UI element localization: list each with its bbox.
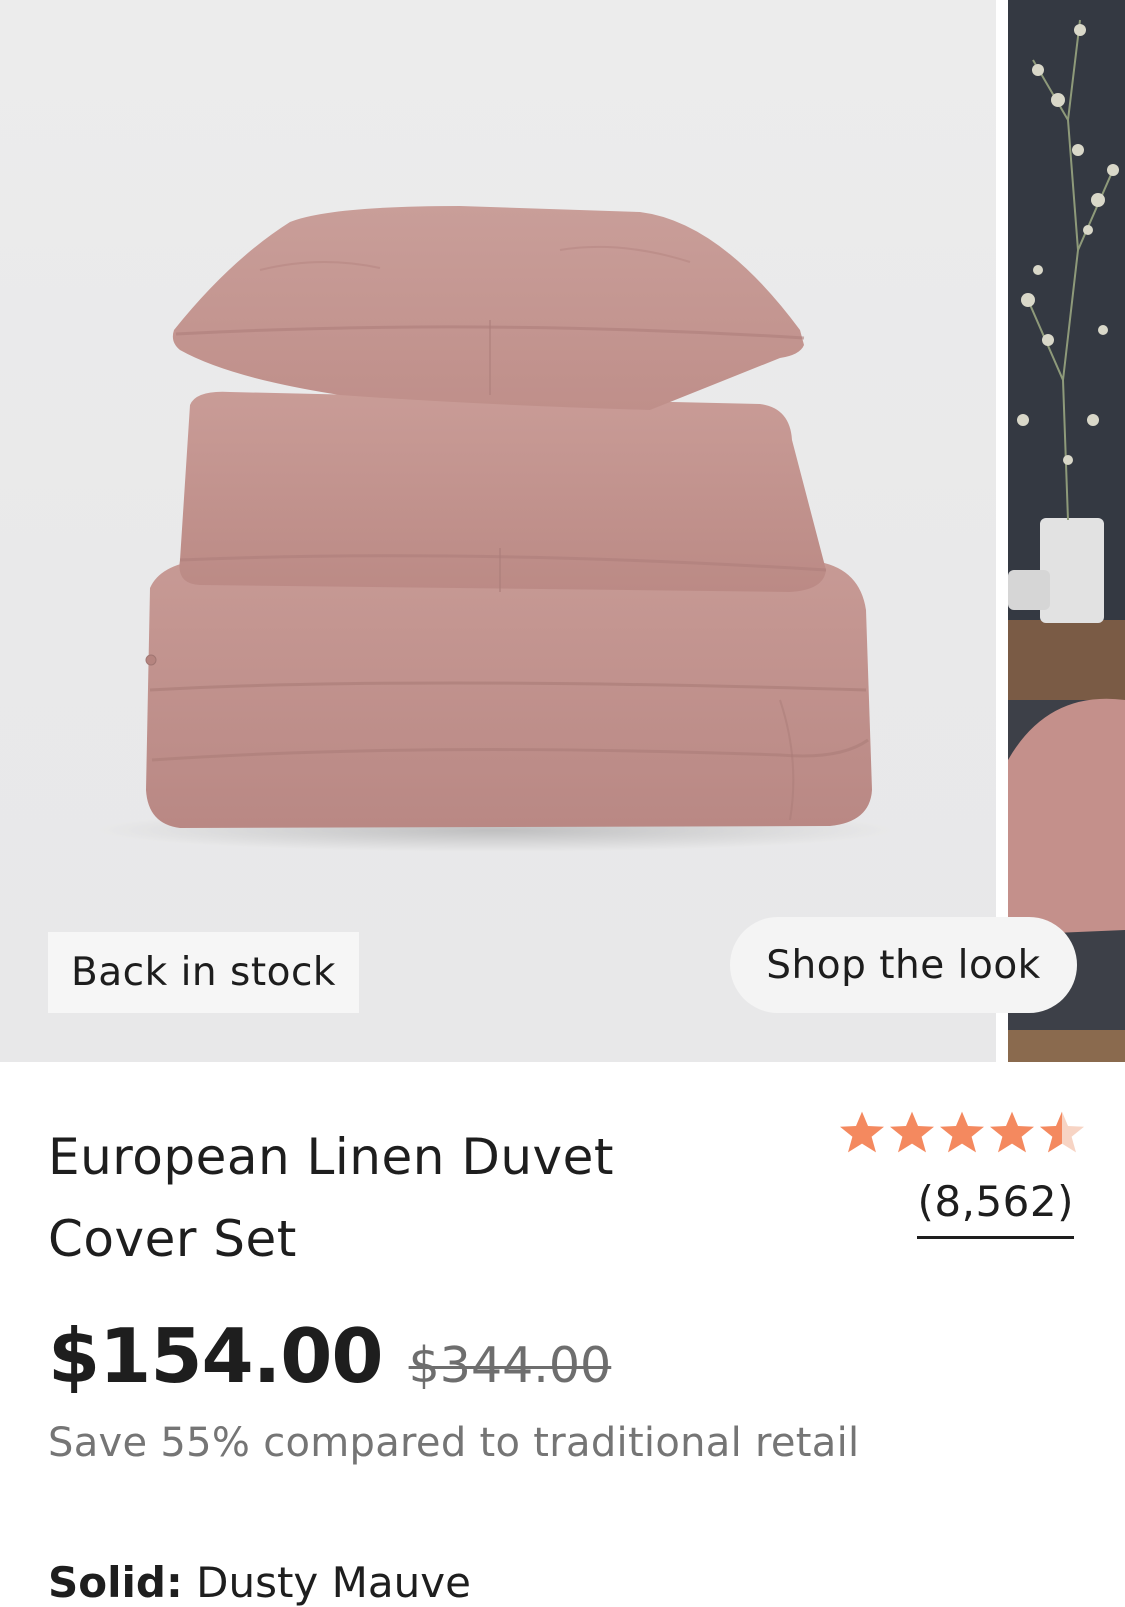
star-icon — [940, 1111, 984, 1153]
star-icon — [890, 1111, 934, 1153]
star-icon — [990, 1111, 1034, 1153]
compare-at-price: $344.00 — [408, 1337, 612, 1394]
price-row: $154.00 $344.00 — [48, 1312, 611, 1400]
product-image-next[interactable] — [1008, 0, 1125, 1062]
star-icon — [840, 1111, 884, 1153]
product-image-main[interactable]: Back in stock — [0, 0, 996, 1062]
review-count-link[interactable]: (8,562) — [917, 1177, 1074, 1239]
duvet-set-image — [95, 206, 895, 852]
back-in-stock-badge: Back in stock — [48, 932, 359, 1013]
shop-the-look-button[interactable]: Shop the look — [730, 917, 1077, 1013]
product-title-line-2: Cover Set — [48, 1210, 297, 1268]
product-title-line-1: European Linen Duvet — [48, 1128, 614, 1186]
sale-price: $154.00 — [48, 1312, 384, 1400]
bedroom-scene-image — [1008, 0, 1125, 1062]
savings-text: Save 55% compared to traditional retail — [48, 1420, 860, 1466]
product-image-gallery[interactable]: Back in stock Shop the look — [0, 0, 1125, 1062]
star-rating — [838, 1110, 1086, 1154]
product-title: European Linen Duvet Cover Set — [48, 1116, 688, 1280]
star-half-icon — [1040, 1111, 1084, 1153]
